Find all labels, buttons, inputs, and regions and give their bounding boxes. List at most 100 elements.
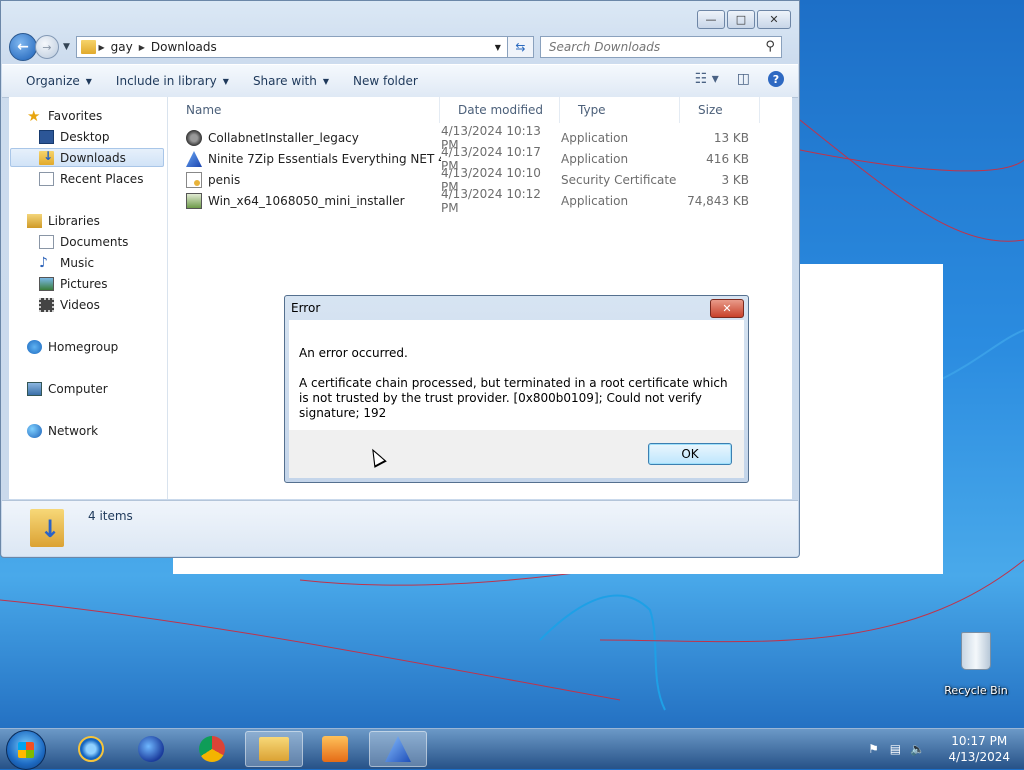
include-in-library-button[interactable]: Include in library ▼ [116, 74, 229, 88]
taskbar-ninite[interactable] [369, 731, 427, 767]
chevron-down-icon: ▼ [222, 76, 229, 86]
address-bar[interactable]: ▶ gay ▶ Downloads ▼ [75, 36, 508, 58]
clock[interactable]: 10:17 PM 4/13/2024 [948, 733, 1010, 765]
sidebar-item-desktop[interactable]: Desktop [39, 130, 110, 144]
file-type: Application [561, 194, 629, 208]
dialog-close-button[interactable]: ✕ [710, 299, 744, 318]
start-button[interactable] [6, 730, 46, 770]
address-dropdown-icon[interactable]: ▼ [495, 43, 501, 52]
file-type: Application [561, 152, 629, 166]
file-size: 3 KB [721, 173, 749, 187]
column-header-name[interactable]: Name [168, 97, 440, 123]
sidebar-item-videos[interactable]: Videos [39, 298, 100, 312]
taskbar: ⚑ ▤ 🔈 10:17 PM 4/13/2024 [0, 728, 1024, 770]
sidebar-item-label: Pictures [60, 277, 108, 291]
sidebar-item-label: Favorites [48, 109, 103, 123]
downloads-folder-icon [30, 509, 64, 547]
sidebar-item-network[interactable]: Network [27, 424, 98, 438]
folder-icon [259, 737, 289, 761]
sidebar-item-libraries[interactable]: Libraries [27, 214, 100, 228]
libraries-icon [27, 214, 42, 228]
dialog-body: An error occurred. A certificate chain p… [289, 320, 744, 430]
table-row[interactable]: Win_x64_1068050_mini_installer 4/13/2024… [186, 187, 749, 215]
item-count: 4 items [88, 509, 133, 523]
column-header-size[interactable]: Size [680, 97, 760, 123]
sidebar-item-homegroup[interactable]: Homegroup [27, 340, 118, 354]
recycle-bin[interactable]: Recycle Bin [944, 632, 1008, 697]
refresh-icon[interactable]: ⇆ [507, 36, 534, 58]
new-folder-button[interactable]: New folder [353, 74, 418, 88]
share-with-button[interactable]: Share with ▼ [253, 74, 329, 88]
column-header-date-modified[interactable]: Date modified [440, 97, 560, 123]
chevron-down-icon: ▼ [322, 76, 329, 86]
dialog-footer: OK [289, 430, 744, 478]
help-icon[interactable]: ? [768, 71, 784, 87]
sidebar-item-documents[interactable]: Documents [39, 235, 128, 249]
recent-pages-chevron-icon[interactable]: ▼ [63, 42, 70, 52]
media-player-icon [322, 736, 348, 762]
file-size: 74,843 KB [687, 194, 749, 208]
file-size: 13 KB [713, 131, 749, 145]
sidebar-item-computer[interactable]: Computer [27, 382, 108, 396]
navigation-bar: ← → ▼ ▶ gay ▶ Downloads ▼ ⇆ ⚲ [9, 33, 791, 61]
search-icon[interactable]: ⚲ [765, 39, 775, 54]
internet-explorer-icon [78, 736, 104, 762]
breadcrumb-downloads[interactable]: Downloads [151, 40, 217, 54]
search-input[interactable] [546, 39, 751, 55]
minimize-button[interactable]: — [697, 10, 725, 29]
preview-pane-icon[interactable]: ◫ [737, 71, 750, 87]
command-bar: Organize ▼ Include in library ▼ Share with… [2, 64, 798, 98]
sidebar-item-music[interactable]: ♪ Music [39, 256, 94, 270]
taskbar-media-player[interactable] [306, 731, 364, 767]
flag-icon[interactable]: ⚑ [866, 742, 880, 756]
file-type: Security Certificate [561, 173, 677, 187]
star-icon: ★ [27, 107, 41, 125]
change-view-icon[interactable]: ☷ ▾ [695, 71, 719, 87]
file-name: Ninite 7Zip Essentials Everything NET 48… [208, 152, 441, 166]
taskbar-internet-explorer[interactable] [62, 731, 120, 767]
network-icon[interactable]: ▤ [888, 742, 902, 756]
sidebar-item-favorites[interactable]: ★ Favorites [27, 107, 103, 125]
sidebar-item-label: Computer [48, 382, 108, 396]
back-arrow-icon[interactable]: ← [9, 33, 37, 61]
sidebar-item-label: Documents [60, 235, 129, 249]
file-name: penis [208, 173, 241, 187]
share-with-label: Share with [252, 74, 317, 88]
organize-label: Organize [26, 74, 80, 88]
column-header-type[interactable]: Type [560, 97, 680, 123]
search-box[interactable]: ⚲ [539, 36, 782, 58]
sidebar-item-label: Videos [60, 298, 100, 312]
new-folder-label: New folder [353, 74, 418, 88]
installer-gear-icon [186, 130, 202, 146]
taskbar-explorer[interactable] [245, 731, 303, 767]
organize-button[interactable]: Organize ▼ [26, 74, 92, 88]
network-globe-icon [27, 424, 42, 438]
sidebar-item-recent-places[interactable]: Recent Places [39, 172, 143, 186]
sidebar-item-label: Music [60, 256, 95, 270]
forward-arrow-icon[interactable]: → [35, 35, 59, 59]
breadcrumb-separator-icon[interactable]: ▶ [139, 43, 145, 52]
downloads-folder-icon [39, 149, 54, 165]
firefox-icon [138, 736, 164, 762]
sidebar-item-downloads[interactable]: Downloads [10, 148, 164, 167]
desktop-icon [39, 130, 54, 144]
breadcrumb-separator-icon[interactable]: ▶ [96, 43, 104, 52]
taskbar-chrome[interactable] [183, 731, 241, 767]
music-note-icon: ♪ [39, 255, 48, 271]
speaker-muted-icon[interactable]: 🔈 [910, 742, 925, 756]
chevron-down-icon: ▼ [85, 76, 92, 86]
maximize-button[interactable]: □ [727, 10, 755, 29]
sidebar-item-label: Homegroup [48, 340, 119, 354]
file-name: Win_x64_1068050_mini_installer [208, 194, 405, 208]
sidebar-item-label: Libraries [48, 214, 100, 228]
chrome-icon [199, 736, 225, 762]
close-button[interactable]: ✕ [757, 10, 791, 29]
taskbar-firefox[interactable] [122, 731, 180, 767]
details-pane: 4 items [2, 500, 798, 556]
ok-button[interactable]: OK [648, 443, 732, 465]
clock-date: 4/13/2024 [948, 750, 1010, 764]
clock-time: 10:17 PM [951, 734, 1008, 748]
sidebar-item-label: Desktop [60, 130, 110, 144]
sidebar-item-pictures[interactable]: Pictures [39, 277, 108, 291]
breadcrumb-gay[interactable]: gay [111, 40, 133, 54]
